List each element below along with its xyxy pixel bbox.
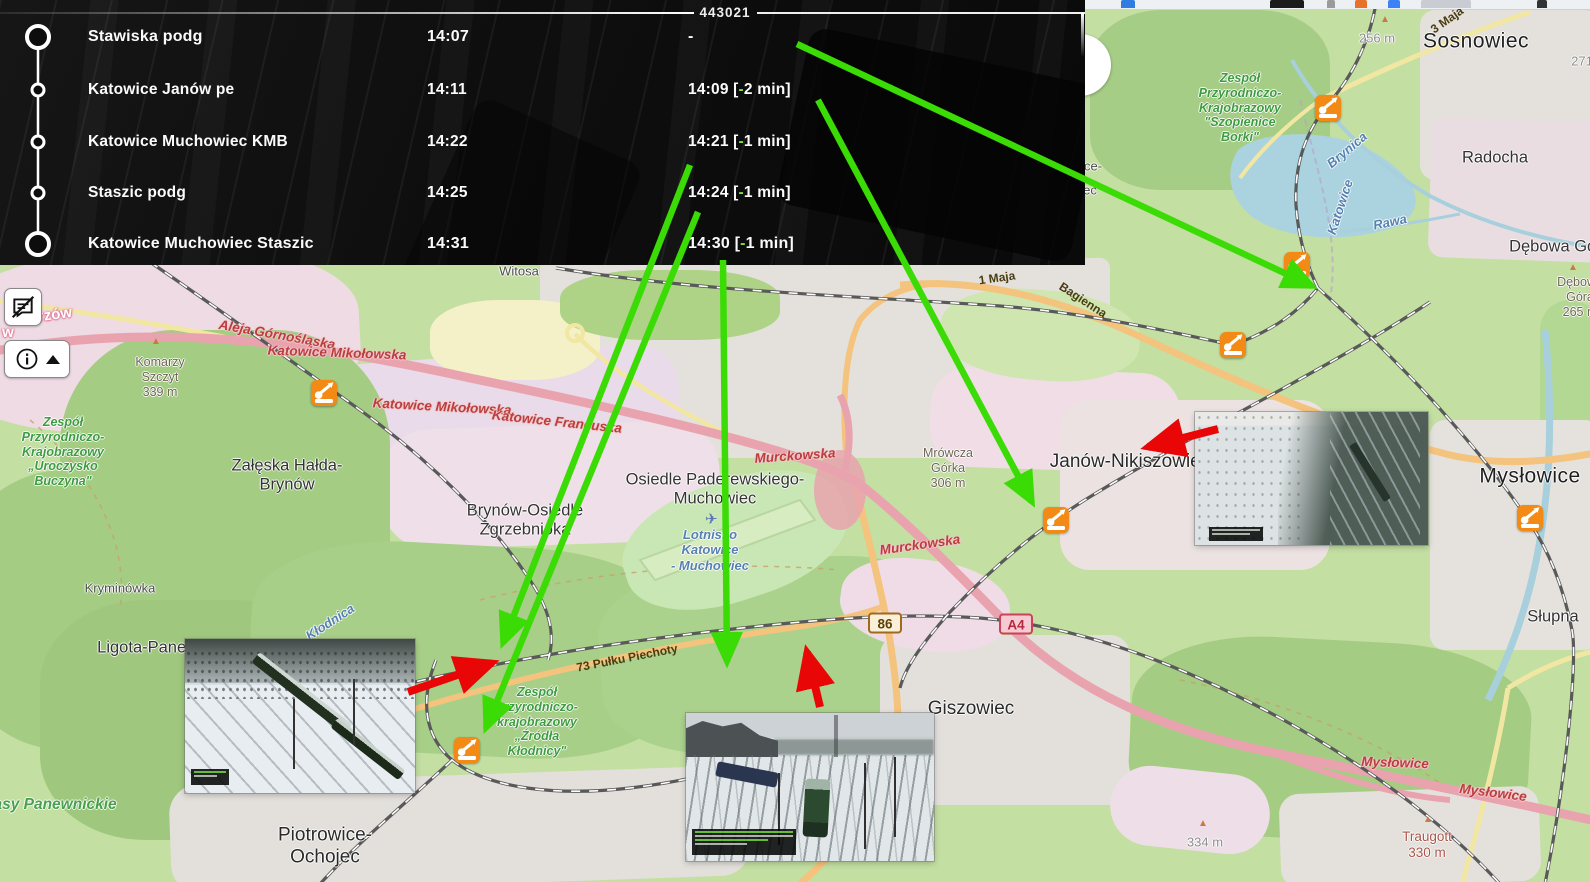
green-arrow bbox=[818, 100, 1032, 502]
green-arrow bbox=[503, 165, 690, 643]
dark-fragment[interactable] bbox=[1537, 0, 1547, 8]
red-arrow bbox=[807, 652, 820, 707]
blue-favicon[interactable] bbox=[1388, 0, 1400, 8]
green-arrow bbox=[723, 260, 727, 662]
blue-extension-icon[interactable] bbox=[1121, 0, 1135, 8]
red-arrow bbox=[408, 663, 492, 692]
info-icon bbox=[15, 347, 39, 371]
tab-text-fragment[interactable] bbox=[1421, 0, 1471, 8]
labels-toggle-button[interactable] bbox=[4, 288, 42, 326]
green-arrow bbox=[486, 212, 698, 728]
simrail-map-app: 443021 Stawiska podg14:07-Katowice Janów… bbox=[0, 0, 1590, 882]
green-arrow bbox=[797, 44, 1312, 286]
dark-tab-icon[interactable] bbox=[1270, 0, 1304, 8]
info-collapse-button[interactable] bbox=[4, 340, 70, 378]
orange-favicon[interactable] bbox=[1355, 0, 1367, 8]
red-arrow bbox=[1148, 429, 1218, 447]
browser-toolbar-fragment[interactable] bbox=[1085, 0, 1590, 9]
annotation-arrows-layer bbox=[0, 0, 1590, 882]
collapse-arrow-icon bbox=[46, 355, 60, 364]
gray-dot-icon[interactable] bbox=[1327, 0, 1335, 8]
crossed-sign-icon bbox=[10, 294, 36, 320]
